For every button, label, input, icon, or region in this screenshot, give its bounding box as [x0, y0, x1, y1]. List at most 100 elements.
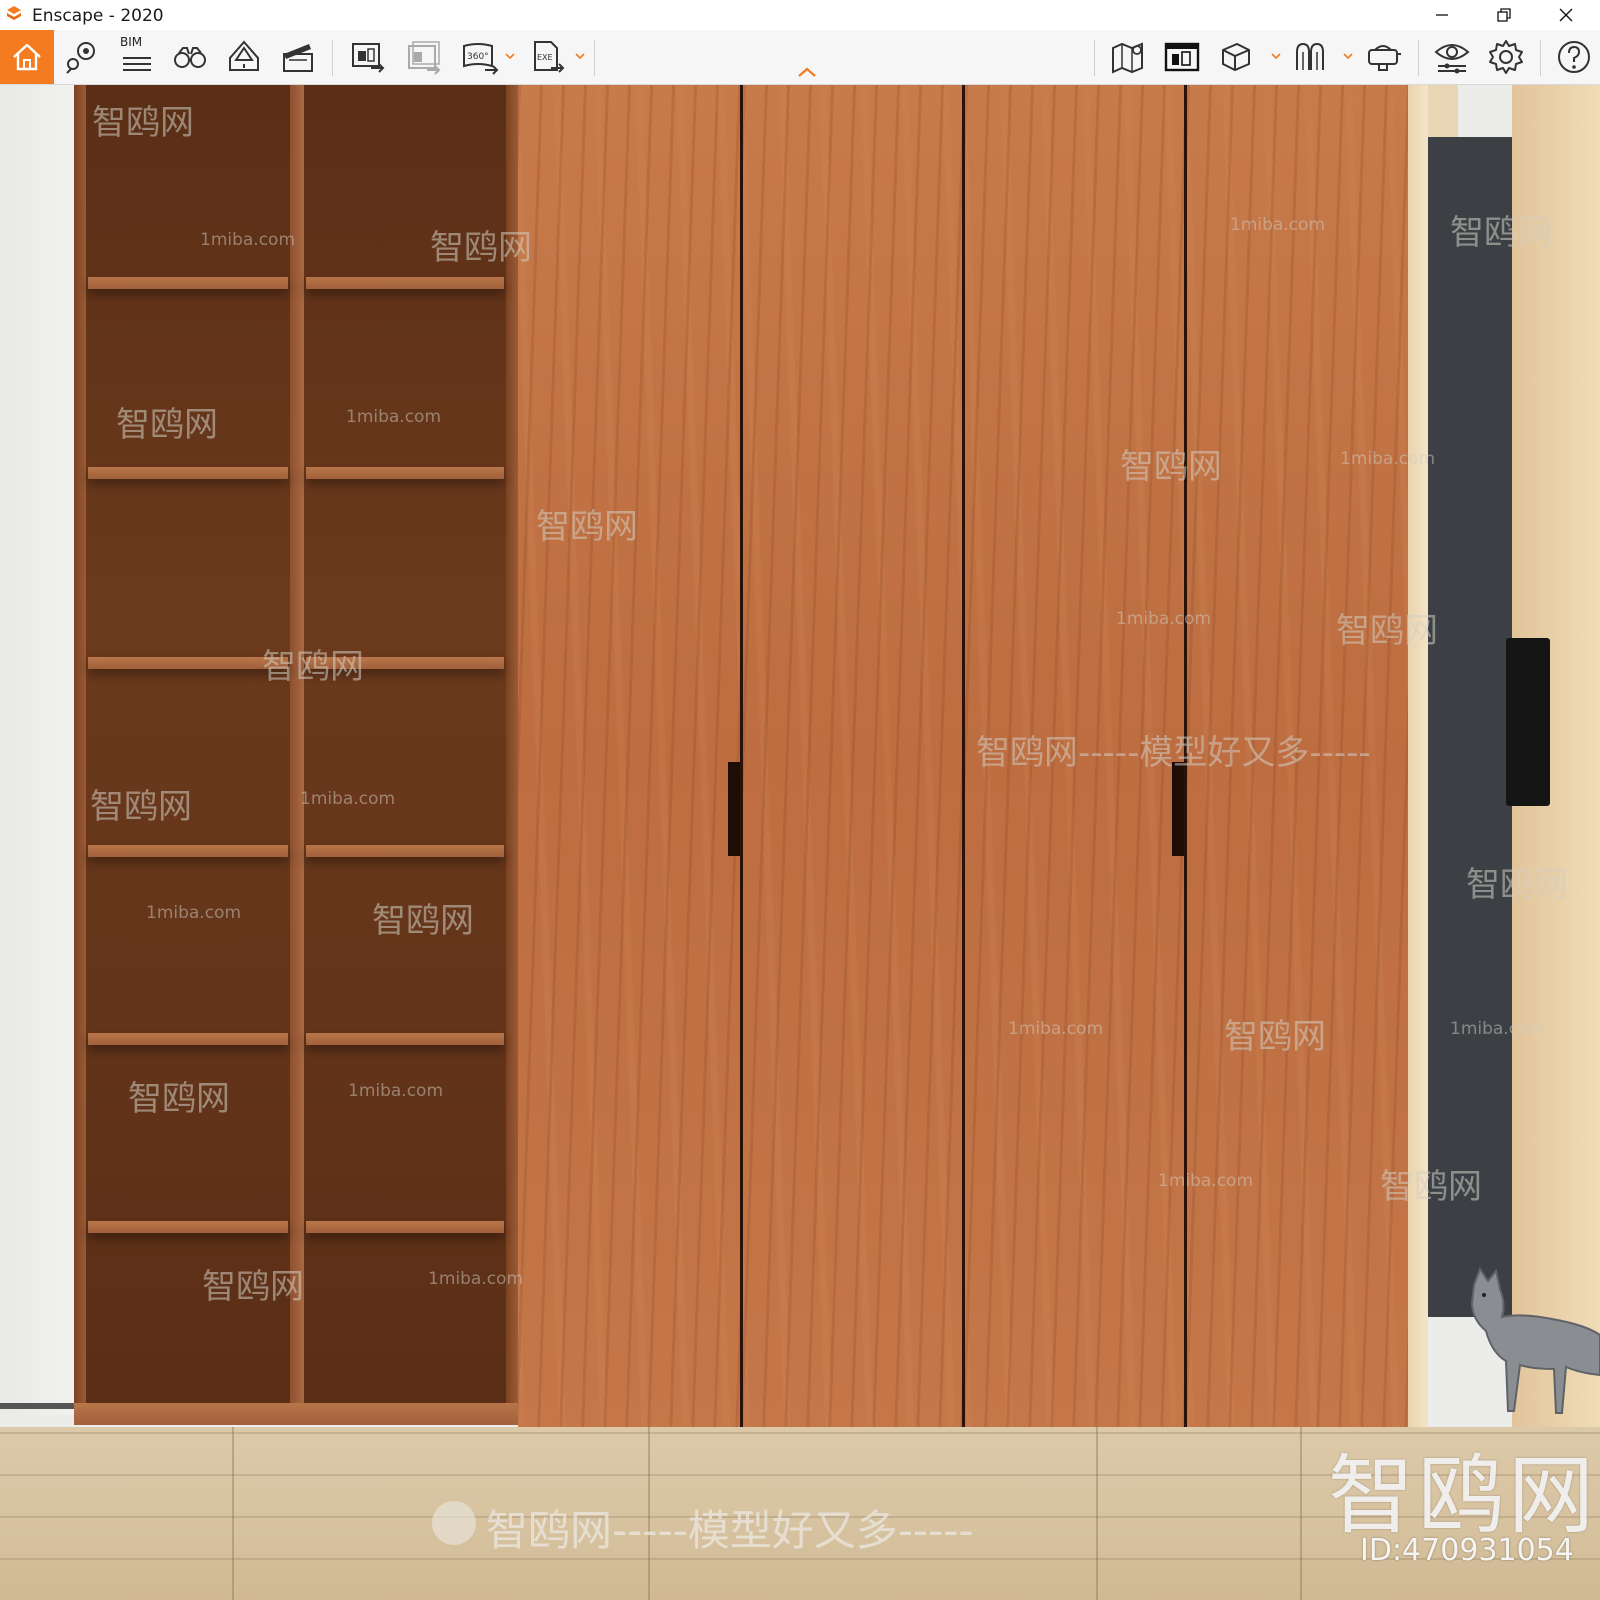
- minimize-button[interactable]: [1412, 0, 1472, 30]
- exe-export-icon: EXE: [534, 41, 565, 73]
- help-button[interactable]: [1552, 37, 1596, 77]
- screenshot-export-icon: [352, 43, 385, 73]
- watermark-text: 1miba.com: [346, 407, 442, 427]
- watermark-text: 1miba.com: [1340, 449, 1436, 469]
- shelf-board: [306, 467, 504, 479]
- left-wall: [0, 85, 76, 1415]
- restore-icon: [1497, 8, 1511, 22]
- cone-light-icon: [229, 40, 259, 71]
- toolbar-separator: [594, 40, 595, 76]
- map-button[interactable]: [1106, 37, 1150, 77]
- video-editor-button[interactable]: [276, 37, 320, 77]
- watermark-text: 智鸥网: [372, 901, 474, 941]
- shelf-divider: [290, 85, 304, 1425]
- enscape-logo-icon: [7, 6, 21, 20]
- exe-export-button[interactable]: EXE: [526, 37, 570, 77]
- watermark-text: 智鸥网: [536, 507, 638, 547]
- toolbar-separator: [1418, 40, 1419, 76]
- shelf-board: [88, 1033, 288, 1045]
- bim-label: BIM: [120, 35, 143, 49]
- floor-seam: [1300, 1427, 1302, 1600]
- watermark-text: 1miba.com: [200, 230, 296, 250]
- map-icon: [1112, 42, 1143, 74]
- settings-gear-icon: [1489, 40, 1523, 74]
- vr-headset-button[interactable]: [1362, 37, 1406, 77]
- recessed-handle: [728, 762, 740, 856]
- shelf-board: [88, 467, 288, 479]
- shelf-side-panel: [506, 85, 518, 1425]
- panorama-360-icon: 360°: [463, 43, 499, 75]
- watermark-text: 1miba.com: [1008, 1019, 1104, 1039]
- restore-button[interactable]: [1474, 0, 1534, 30]
- collaboration-button[interactable]: [1290, 37, 1334, 77]
- toolbar-separator: [1540, 40, 1541, 76]
- watermark-text: 1miba.com: [1450, 1019, 1546, 1039]
- watermark-id: ID:470931054: [1360, 1533, 1574, 1568]
- batch-export-icon: [408, 41, 441, 75]
- shelf-board: [306, 1221, 504, 1233]
- collapse-toolbar-icon[interactable]: [796, 66, 818, 78]
- close-button[interactable]: [1536, 0, 1596, 30]
- watermark-text: 智鸥网: [202, 1267, 304, 1307]
- home-button[interactable]: [0, 30, 54, 84]
- watermark-text: 智鸥网: [90, 787, 192, 827]
- chevron-down-icon[interactable]: [574, 50, 586, 62]
- watermark-text: 1miba.com: [1116, 609, 1212, 629]
- watermark-text: 智鸥网: [1380, 1167, 1482, 1207]
- screenshot-button[interactable]: [346, 37, 390, 77]
- cat-figure: [1470, 1266, 1600, 1414]
- shelf-base: [74, 1403, 518, 1425]
- toolbar-separator: [1094, 40, 1095, 76]
- watermark-text: 智鸥网: [1336, 611, 1438, 651]
- enscape-toolbar: BIM 360° EXE: [0, 30, 1600, 85]
- wardrobe-door: [743, 85, 962, 1427]
- watermark-text: 智鸥网: [1120, 447, 1222, 487]
- cube-icon: [1222, 42, 1250, 72]
- watermark-text: 1miba.com: [428, 1269, 524, 1289]
- clapperboard-icon: [283, 44, 313, 72]
- visual-settings-button[interactable]: [1430, 37, 1474, 77]
- floor-seam: [1096, 1427, 1098, 1600]
- panorama-label: 360°: [467, 52, 489, 62]
- minimize-icon: [1436, 14, 1448, 16]
- asset-library-icon: [1164, 42, 1200, 72]
- title-bar: Enscape - 2020: [0, 0, 1600, 30]
- floor-seam: [232, 1427, 234, 1600]
- light-view-button[interactable]: [222, 37, 266, 77]
- watermark-text: 1miba.com: [146, 903, 242, 923]
- shelf-board: [88, 1221, 288, 1233]
- panorama-button[interactable]: 360°: [458, 37, 502, 77]
- watermark-text: 智鸥网: [1466, 865, 1568, 905]
- watermark-text: 智鸥网: [1450, 213, 1552, 253]
- shelf-side-panel: [74, 85, 86, 1425]
- chevron-down-icon[interactable]: [1270, 50, 1282, 62]
- wardrobe-door: [518, 85, 740, 1427]
- upload-model-button[interactable]: [1214, 37, 1258, 77]
- shelf-board: [88, 845, 288, 857]
- watermark-text: 1miba.com: [1230, 215, 1326, 235]
- render-viewport[interactable]: 智鸥网 1miba.com 智鸥网 智鸥网 1miba.com 智鸥网 1mib…: [0, 85, 1600, 1600]
- views-button[interactable]: [60, 37, 104, 77]
- home-icon: [13, 43, 41, 71]
- door-frame: [1408, 85, 1428, 1427]
- help-icon: [1558, 41, 1590, 73]
- batch-render-button[interactable]: [402, 37, 446, 77]
- settings-button[interactable]: [1484, 37, 1528, 77]
- chevron-down-icon[interactable]: [1342, 50, 1354, 62]
- chevron-down-icon[interactable]: [504, 50, 516, 62]
- asset-library-button[interactable]: [1160, 37, 1204, 77]
- bim-button[interactable]: BIM: [114, 35, 158, 77]
- watermark-text: 智鸥网: [262, 647, 364, 687]
- collaboration-icon: [1296, 42, 1324, 70]
- walk-mode-button[interactable]: [168, 37, 212, 77]
- shelf-board: [88, 277, 288, 289]
- watermark-text: 智鸥网: [116, 405, 218, 445]
- watermark-logo-icon: [432, 1501, 476, 1545]
- watermark-text: 智鸥网: [430, 228, 532, 268]
- window-title: Enscape - 2020: [32, 6, 164, 26]
- vr-headset-icon: [1368, 45, 1401, 71]
- binoculars-icon: [174, 47, 206, 68]
- watermark-text: 1miba.com: [1158, 1171, 1254, 1191]
- close-icon: [1559, 8, 1573, 22]
- watermark-text: 1miba.com: [348, 1081, 444, 1101]
